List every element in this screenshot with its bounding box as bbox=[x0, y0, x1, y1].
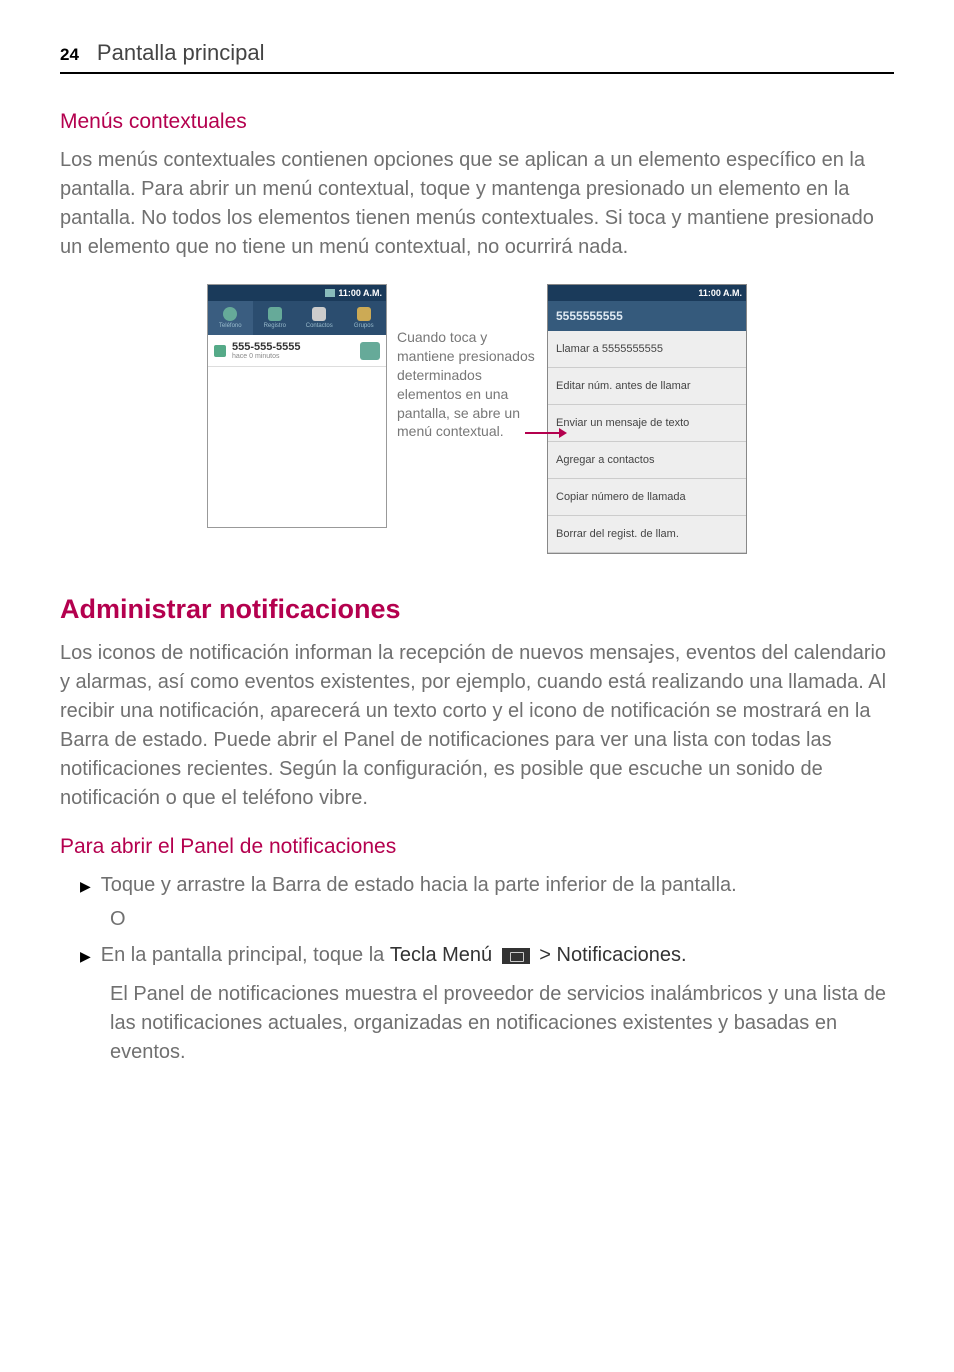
status-time: 11:00 A.M. bbox=[338, 288, 382, 298]
tab-label: Contactos bbox=[306, 323, 333, 329]
phone-icon bbox=[223, 307, 237, 321]
page-number: 24 bbox=[60, 45, 79, 65]
tabs-row: Teléfono Registro Contactos Grupos bbox=[208, 301, 386, 335]
bullet-2: ▶ En la pantalla principal, toque la Tec… bbox=[80, 941, 894, 970]
call-time-text: hace 0 minutos bbox=[232, 353, 354, 360]
or-text: O bbox=[110, 908, 894, 931]
tab-phone[interactable]: Teléfono bbox=[208, 301, 253, 335]
figure-caption: Cuando toca y mantiene presionados deter… bbox=[397, 284, 537, 441]
bullet-marker-icon: ▶ bbox=[80, 946, 91, 966]
ctx-item-call[interactable]: Llamar a 5555555555 bbox=[548, 331, 746, 368]
page-header: 24 Pantalla principal bbox=[60, 40, 894, 74]
groups-icon bbox=[357, 307, 371, 321]
section-title: Pantalla principal bbox=[97, 40, 265, 66]
body-contextual-menus: Los menús contextuales contienen opcione… bbox=[60, 146, 894, 262]
status-time: 11:00 A.M. bbox=[698, 288, 742, 298]
tab-groups[interactable]: Grupos bbox=[342, 301, 387, 335]
bullet-1: ▶ Toque y arrastre la Barra de estado ha… bbox=[80, 871, 894, 900]
call-log-row[interactable]: 555-555-5555 hace 0 minutos bbox=[208, 335, 386, 367]
bullet-1-text: Toque y arrastre la Barra de estado haci… bbox=[101, 871, 737, 900]
ctx-item-edit[interactable]: Editar núm. antes de llamar bbox=[548, 368, 746, 405]
bullet-marker-icon: ▶ bbox=[80, 876, 91, 896]
context-menu-screenshot: 11:00 A.M. 5555555555 Llamar a 555555555… bbox=[547, 284, 747, 554]
phone-screenshot-left: 11:00 A.M. Teléfono Registro Contactos bbox=[207, 284, 387, 528]
call-number: 555-555-5555 hace 0 minutos bbox=[232, 341, 354, 360]
bullet-2-text: En la pantalla principal, toque la Tecla… bbox=[101, 941, 687, 970]
tab-label: Grupos bbox=[354, 323, 374, 329]
heading-contextual-menus: Menús contextuales bbox=[60, 110, 894, 134]
body-manage-notifications: Los iconos de notificación informan la r… bbox=[60, 639, 894, 813]
log-icon bbox=[268, 307, 282, 321]
ctx-item-add-contact[interactable]: Agregar a contactos bbox=[548, 442, 746, 479]
caption-text: Cuando toca y mantiene presionados deter… bbox=[397, 329, 535, 439]
bullet-2d: Notificaciones. bbox=[557, 944, 687, 966]
after-bullet-text: El Panel de notificaciones muestra el pr… bbox=[110, 980, 894, 1067]
signal-icon bbox=[325, 289, 335, 297]
status-bar: 11:00 A.M. bbox=[208, 285, 386, 301]
heading-manage-notifications: Administrar notificaciones bbox=[60, 594, 894, 625]
figure-contextual-menu: 11:00 A.M. Teléfono Registro Contactos bbox=[60, 284, 894, 554]
bullet-2c: > bbox=[534, 944, 557, 966]
arrow-icon bbox=[525, 432, 561, 434]
contacts-icon bbox=[312, 307, 326, 321]
ctx-item-sms[interactable]: Enviar un mensaje de texto bbox=[548, 405, 746, 442]
tab-label: Registro bbox=[264, 323, 286, 329]
ctx-item-delete[interactable]: Borrar del regist. de llam. bbox=[548, 516, 746, 553]
status-bar: 11:00 A.M. bbox=[548, 285, 746, 301]
menu-key-icon bbox=[502, 948, 530, 964]
bullet-2b: Tecla Menú bbox=[390, 944, 492, 966]
outgoing-call-icon bbox=[214, 345, 226, 357]
tab-log[interactable]: Registro bbox=[253, 301, 298, 335]
dial-button-icon[interactable] bbox=[360, 342, 380, 360]
bullet-2a: En la pantalla principal, toque la bbox=[101, 944, 390, 966]
ctx-item-copy[interactable]: Copiar número de llamada bbox=[548, 479, 746, 516]
heading-open-panel: Para abrir el Panel de notificaciones bbox=[60, 835, 894, 859]
call-number-text: 555-555-5555 bbox=[232, 341, 301, 353]
tab-label: Teléfono bbox=[219, 323, 242, 329]
tab-contacts[interactable]: Contactos bbox=[297, 301, 342, 335]
context-menu-title: 5555555555 bbox=[548, 301, 746, 331]
